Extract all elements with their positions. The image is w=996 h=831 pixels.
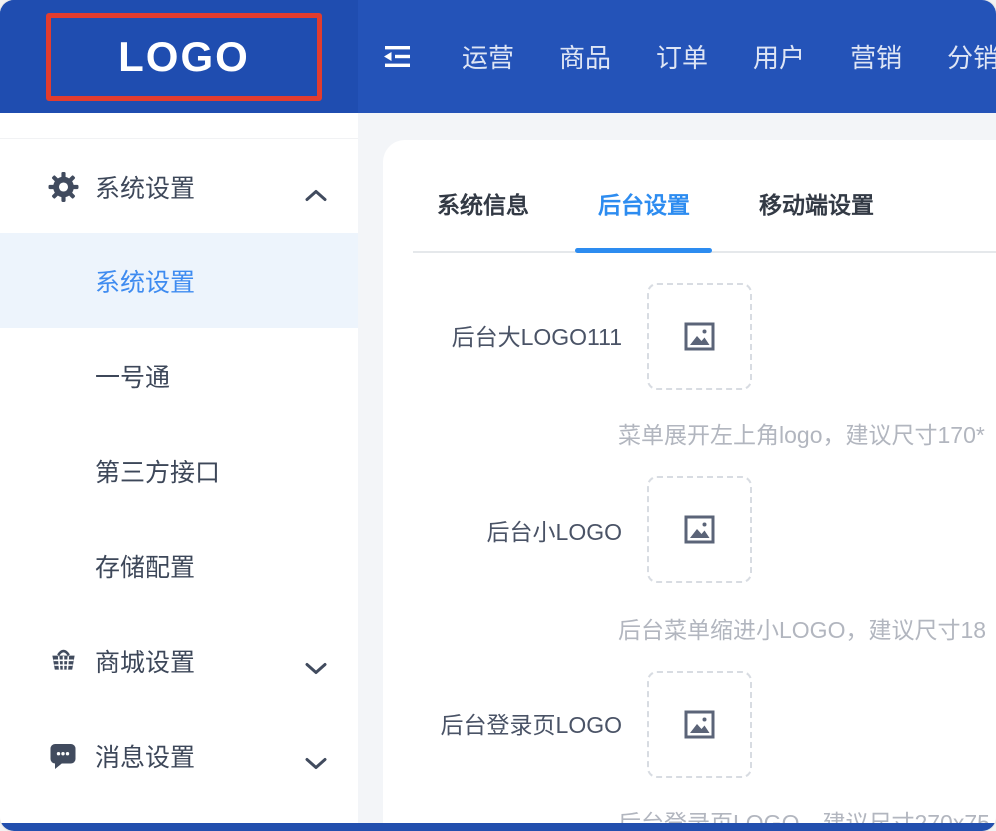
form-hint-backend-large-logo: 菜单展开左上角logo，建议尺寸170*: [618, 416, 985, 450]
sidebar-group-label: 系统设置: [95, 169, 195, 205]
basket-icon: [48, 645, 79, 676]
sidebar: 系统设置 系统设置 一号通 第三方接口 存储配置: [0, 113, 358, 823]
upload-box-login-page-logo[interactable]: [647, 671, 752, 778]
sidebar-group-label: 商城设置: [95, 643, 195, 679]
sidebar-group-label: 消息设置: [95, 738, 195, 774]
form-label-backend-small-logo: 后台小LOGO: [383, 518, 622, 546]
active-tab-indicator: [575, 248, 712, 253]
sidebar-item-label: 第三方接口: [95, 453, 220, 489]
logo-area: LOGO: [0, 0, 358, 113]
chevron-down-icon: [305, 654, 327, 668]
logo-text: LOGO: [118, 33, 250, 81]
upload-box-backend-small-logo[interactable]: [647, 476, 752, 583]
chevron-down-icon: [305, 749, 327, 763]
admin-window: LOGO 运营 商品 订单 用户 营销 分销: [0, 0, 996, 831]
bottom-edge-strip: [0, 823, 996, 831]
form-label-login-page-logo: 后台登录页LOGO: [383, 711, 622, 739]
tab-bar: 系统信息 后台设置 移动端设置: [437, 186, 874, 220]
image-placeholder-icon: [683, 708, 716, 741]
top-nav: 运营 商品 订单 用户 营销 分销: [462, 0, 996, 113]
gear-icon: [48, 171, 79, 202]
sidebar-item-label: 一号通: [95, 358, 170, 394]
form-hint-backend-small-logo: 后台菜单缩进小LOGO，建议尺寸18: [618, 611, 986, 645]
sidebar-item-storage-config[interactable]: 存储配置: [0, 518, 358, 613]
topnav-item-orders[interactable]: 订单: [656, 38, 708, 75]
settings-panel: 系统信息 后台设置 移动端设置 后台大LOGO111 菜单展开左上角logo，建…: [383, 140, 996, 823]
sidebar-group-system-settings[interactable]: 系统设置: [0, 139, 358, 234]
sidebar-item-label: 系统设置: [95, 263, 195, 299]
topbar: LOGO 运营 商品 订单 用户 营销 分销: [0, 0, 996, 113]
sidebar-item-yihaotong[interactable]: 一号通: [0, 328, 358, 423]
menu-collapse-button[interactable]: [382, 44, 412, 69]
message-icon: [48, 740, 79, 771]
sidebar-group-mall-settings[interactable]: 商城设置: [0, 613, 358, 708]
topnav-item-operations[interactable]: 运营: [462, 38, 514, 75]
sidebar-item-label: 存储配置: [95, 548, 195, 584]
form-label-backend-large-logo: 后台大LOGO111: [383, 323, 622, 351]
tab-system-info[interactable]: 系统信息: [437, 186, 529, 220]
sidebar-item-system-settings[interactable]: 系统设置: [0, 233, 358, 328]
topnav-item-distribution[interactable]: 分销: [947, 38, 996, 75]
topnav-item-users[interactable]: 用户: [753, 38, 805, 75]
tab-backend-settings[interactable]: 后台设置: [598, 186, 690, 220]
menu-fold-icon: [382, 44, 412, 69]
tab-mobile-settings[interactable]: 移动端设置: [759, 186, 874, 220]
upload-box-backend-large-logo[interactable]: [647, 283, 752, 390]
sidebar-group-message-settings[interactable]: 消息设置: [0, 708, 358, 803]
topnav-item-products[interactable]: 商品: [559, 38, 611, 75]
image-placeholder-icon: [683, 320, 716, 353]
image-placeholder-icon: [683, 513, 716, 546]
sidebar-item-third-party-api[interactable]: 第三方接口: [0, 423, 358, 518]
chevron-up-icon: [305, 180, 327, 194]
topnav-item-marketing[interactable]: 营销: [850, 38, 902, 75]
annotation-highlight-box: LOGO: [46, 13, 322, 101]
